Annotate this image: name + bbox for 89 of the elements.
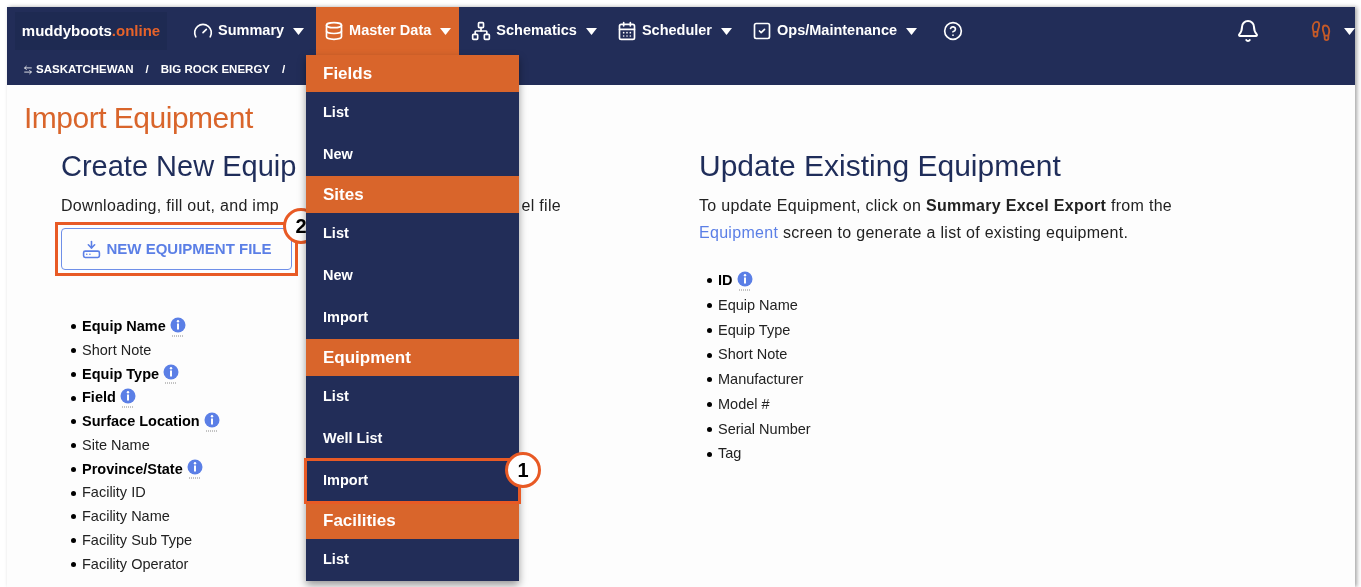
field-name: Province/State bbox=[82, 459, 183, 479]
bullet-icon bbox=[71, 348, 76, 354]
nav-menu[interactable]: Master Data bbox=[316, 7, 460, 55]
field-name: Equip Type bbox=[718, 320, 791, 340]
database-icon bbox=[324, 21, 345, 41]
nav-menu[interactable]: Schematics bbox=[463, 7, 605, 55]
field-name: Short Note bbox=[82, 340, 152, 360]
menu-section-header: Fields bbox=[306, 55, 519, 92]
gauge-icon bbox=[193, 21, 213, 41]
info-icon[interactable] bbox=[736, 270, 753, 291]
bullet-icon bbox=[707, 303, 712, 309]
info-icon[interactable] bbox=[203, 411, 220, 432]
bullet-icon bbox=[71, 514, 76, 520]
field-name: Facility Operator bbox=[82, 554, 189, 574]
field-name: Short Note bbox=[718, 345, 788, 365]
bullet-icon bbox=[71, 490, 76, 496]
description-text: To update Equipment, click on Summary Excel Export from the Equipment screen to generate a list of existing equipment. bbox=[699, 196, 1173, 243]
breadcrumb-link[interactable]: SASKATCHEWAN bbox=[36, 61, 134, 79]
section-heading: Update Existing Equipment bbox=[699, 148, 1062, 184]
bullet-icon bbox=[71, 443, 76, 449]
brand-logo[interactable]: muddyboots.online bbox=[15, 12, 167, 50]
field-name: Facility ID bbox=[82, 483, 146, 503]
menu-item[interactable]: List bbox=[306, 92, 519, 134]
menu-item[interactable]: List bbox=[306, 376, 519, 418]
switch-icon[interactable] bbox=[23, 65, 33, 75]
info-icon[interactable] bbox=[186, 459, 203, 480]
field-name: Field bbox=[82, 388, 116, 408]
caret-icon bbox=[293, 27, 305, 35]
user-avatar[interactable] bbox=[1310, 20, 1332, 42]
network-icon bbox=[471, 21, 492, 41]
section-heading: Create New Equip bbox=[61, 149, 297, 184]
breadcrumb-link[interactable]: BIG ROCK ENERGY bbox=[160, 61, 270, 79]
menu-section-header: Equipment bbox=[306, 339, 519, 376]
caret-icon bbox=[721, 27, 732, 35]
field-name: Serial Number bbox=[718, 419, 811, 439]
bullet-icon bbox=[707, 402, 712, 408]
bullet-icon bbox=[707, 451, 712, 457]
field-name: Equip Name bbox=[82, 317, 166, 336]
page-title: Import Equipment bbox=[24, 100, 253, 136]
field-name: Facility Name bbox=[82, 507, 170, 526]
bullet-icon bbox=[71, 324, 76, 330]
intro-text: Downloading, fill out, and imp bbox=[61, 196, 279, 216]
caret-icon bbox=[440, 27, 452, 35]
menu-section-header: Sites bbox=[306, 176, 519, 213]
info-icon[interactable] bbox=[119, 388, 136, 409]
menu-item[interactable]: List bbox=[306, 539, 519, 581]
info-icon[interactable] bbox=[163, 364, 180, 385]
caret-icon bbox=[585, 27, 597, 35]
menu-item[interactable]: Import bbox=[306, 297, 519, 339]
bullet-icon bbox=[71, 419, 76, 425]
info-icon[interactable] bbox=[169, 316, 186, 337]
bullet-icon bbox=[707, 377, 712, 383]
help-icon[interactable] bbox=[943, 21, 964, 41]
field-name: Tag bbox=[718, 444, 742, 464]
caret-icon bbox=[906, 27, 918, 35]
menu-item[interactable]: New bbox=[306, 255, 519, 297]
bullet-icon bbox=[71, 538, 76, 544]
bullet-icon bbox=[71, 466, 76, 472]
breadcrumb-separator: / bbox=[145, 62, 149, 78]
bullet-icon bbox=[707, 352, 712, 358]
breadcrumb-separator: / bbox=[282, 62, 286, 78]
nav-menu[interactable]: Scheduler bbox=[608, 7, 740, 55]
equipment-link[interactable]: Equipment bbox=[699, 224, 779, 241]
checkbox-icon bbox=[752, 21, 772, 41]
notification-icon[interactable] bbox=[1236, 19, 1260, 43]
new-equipment-file-button[interactable]: NEW EQUIPMENT FILE bbox=[61, 228, 292, 270]
bullet-icon bbox=[71, 395, 76, 401]
field-name: ID bbox=[718, 271, 733, 290]
field-name: Equip Name bbox=[718, 295, 798, 315]
field-name: Equip Type bbox=[82, 364, 160, 384]
field-name: Facility Sub Type bbox=[82, 530, 193, 550]
field-name: Model # bbox=[718, 394, 770, 414]
callout-number: 1 bbox=[505, 452, 541, 488]
bullet-icon bbox=[71, 371, 76, 377]
bullet-icon bbox=[707, 327, 712, 333]
field-name: Site Name bbox=[82, 435, 150, 455]
bullet-icon bbox=[707, 426, 712, 432]
intro-text: el file bbox=[521, 196, 561, 216]
field-name: Manufacturer bbox=[718, 370, 804, 389]
field-name: Surface Location bbox=[82, 412, 200, 431]
user-caret-icon bbox=[1344, 27, 1355, 35]
menu-item[interactable]: New bbox=[306, 134, 519, 176]
menu-section-header: Facilities bbox=[306, 502, 519, 539]
nav-menu[interactable]: Summary bbox=[185, 7, 313, 55]
bullet-icon bbox=[707, 278, 712, 284]
download-icon bbox=[81, 239, 101, 259]
calendar-icon bbox=[616, 21, 637, 41]
bullet-icon bbox=[71, 561, 76, 567]
nav-menu[interactable]: Ops/Maintenance bbox=[744, 7, 926, 55]
